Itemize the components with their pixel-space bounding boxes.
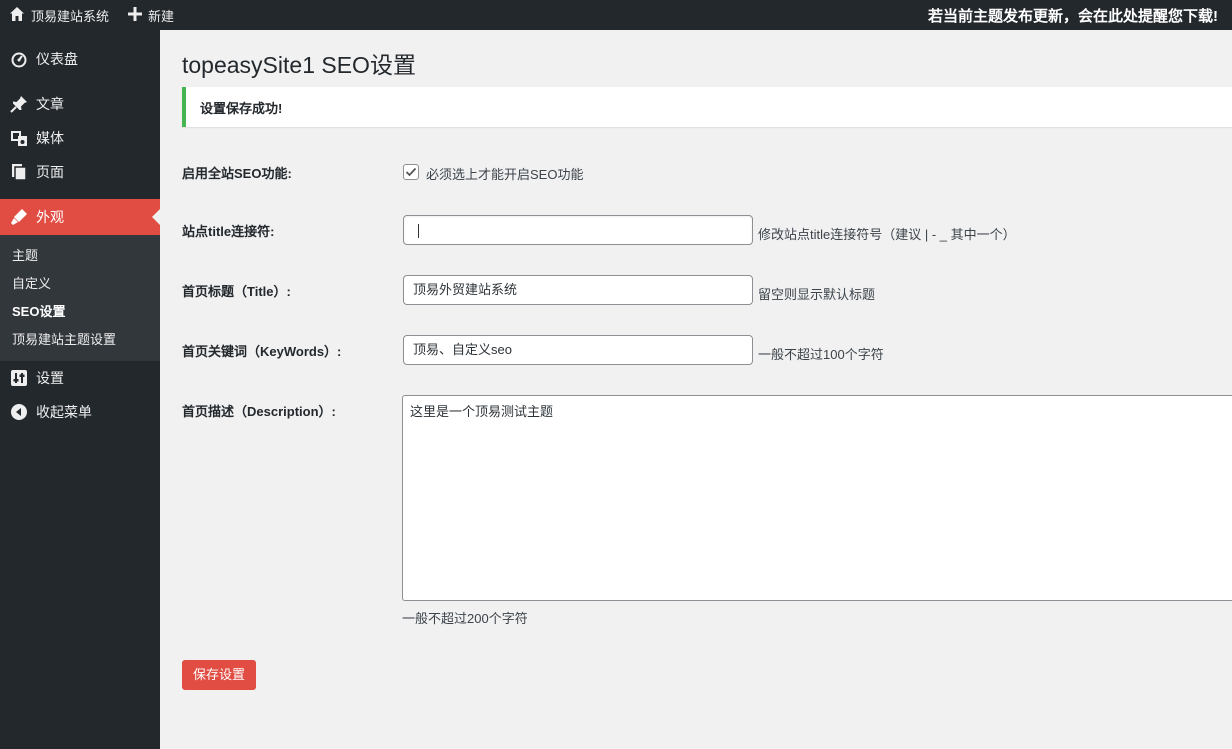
menu-collapse[interactable]: 收起菜单	[0, 395, 160, 429]
menu-posts-label: 文章	[36, 96, 64, 112]
site-name: 顶易建站系统	[31, 8, 110, 24]
appearance-icon	[10, 208, 28, 226]
seo-enable-checkbox-label: 必须选上才能开启SEO功能	[426, 167, 584, 182]
menu-dashboard-label: 仪表盘	[36, 51, 78, 67]
home-description-hint: 一般不超过200个字符	[402, 611, 528, 626]
menu-media[interactable]: 媒体	[0, 121, 160, 155]
checkmark-icon	[405, 167, 417, 177]
site-home-link[interactable]: 顶易建站系统	[0, 0, 119, 30]
menu-posts[interactable]: 文章	[0, 87, 160, 121]
submenu-seo-settings[interactable]: SEO设置	[0, 298, 160, 326]
save-settings-button[interactable]: 保存设置	[182, 660, 257, 690]
home-description-textarea[interactable]: 这里是一个顶易测试主题	[402, 395, 1232, 601]
text-caret	[418, 223, 419, 238]
home-title-input[interactable]: 顶易外贸建站系统	[403, 275, 753, 305]
success-notice: 设置保存成功!	[182, 87, 1232, 127]
pages-icon	[10, 163, 28, 181]
menu-dashboard[interactable]: 仪表盘	[0, 42, 160, 76]
title-separator-input[interactable]	[403, 215, 753, 245]
dashboard-icon	[10, 50, 28, 68]
appearance-submenu: 主题 自定义 SEO设置 顶易建站主题设置	[0, 235, 160, 361]
seo-enable-label: 启用全站SEO功能:	[182, 166, 292, 181]
page-title: topeasySite1 SEO设置	[182, 52, 416, 78]
menu-pages-label: 页面	[36, 164, 64, 180]
menu-pages[interactable]: 页面	[0, 155, 160, 189]
admin-bar: 顶易建站系统 新建 若当前主题发布更新，会在此处提醒您下载!	[0, 0, 1232, 30]
main-content: topeasySite1 SEO设置 设置保存成功! 启用全站SEO功能: 必须…	[182, 30, 1232, 749]
pin-icon	[10, 95, 28, 113]
submenu-customize[interactable]: 自定义	[0, 270, 160, 298]
home-icon	[9, 6, 31, 25]
home-title-label: 首页标题（Title）:	[182, 284, 291, 299]
plus-icon	[128, 6, 148, 24]
home-keywords-label: 首页关键词（KeyWords）:	[182, 344, 342, 359]
submenu-themes[interactable]: 主题	[0, 242, 160, 270]
title-separator-label: 站点title连接符:	[182, 224, 275, 239]
home-description-label: 首页描述（Description）:	[182, 404, 336, 419]
menu-settings-label: 设置	[36, 370, 64, 386]
collapse-icon	[10, 403, 28, 421]
media-icon	[10, 129, 28, 147]
menu-media-label: 媒体	[36, 130, 64, 146]
submenu-theme-settings[interactable]: 顶易建站主题设置	[0, 326, 160, 354]
menu-appearance[interactable]: 外观	[0, 199, 160, 235]
admin-sidebar: 仪表盘 文章 媒体 页面 外观 主题 自定义 SEO设置 顶易建站主题设置 设置	[0, 30, 160, 749]
menu-collapse-label: 收起菜单	[36, 404, 92, 420]
update-notice: 若当前主题发布更新，会在此处提醒您下载!	[928, 7, 1218, 25]
menu-appearance-label: 外观	[36, 209, 64, 225]
home-title-hint: 留空则显示默认标题	[758, 287, 876, 302]
menu-settings[interactable]: 设置	[0, 361, 160, 395]
settings-icon	[10, 369, 28, 387]
home-keywords-hint: 一般不超过100个字符	[758, 347, 884, 362]
home-keywords-input[interactable]: 顶易、自定义seo	[403, 335, 753, 365]
new-content-link[interactable]: 新建	[119, 0, 184, 30]
new-label: 新建	[148, 8, 175, 24]
seo-enable-checkbox[interactable]	[403, 164, 419, 180]
title-separator-hint: 修改站点title连接符号（建议 | - _ 其中一个）	[758, 227, 1016, 242]
